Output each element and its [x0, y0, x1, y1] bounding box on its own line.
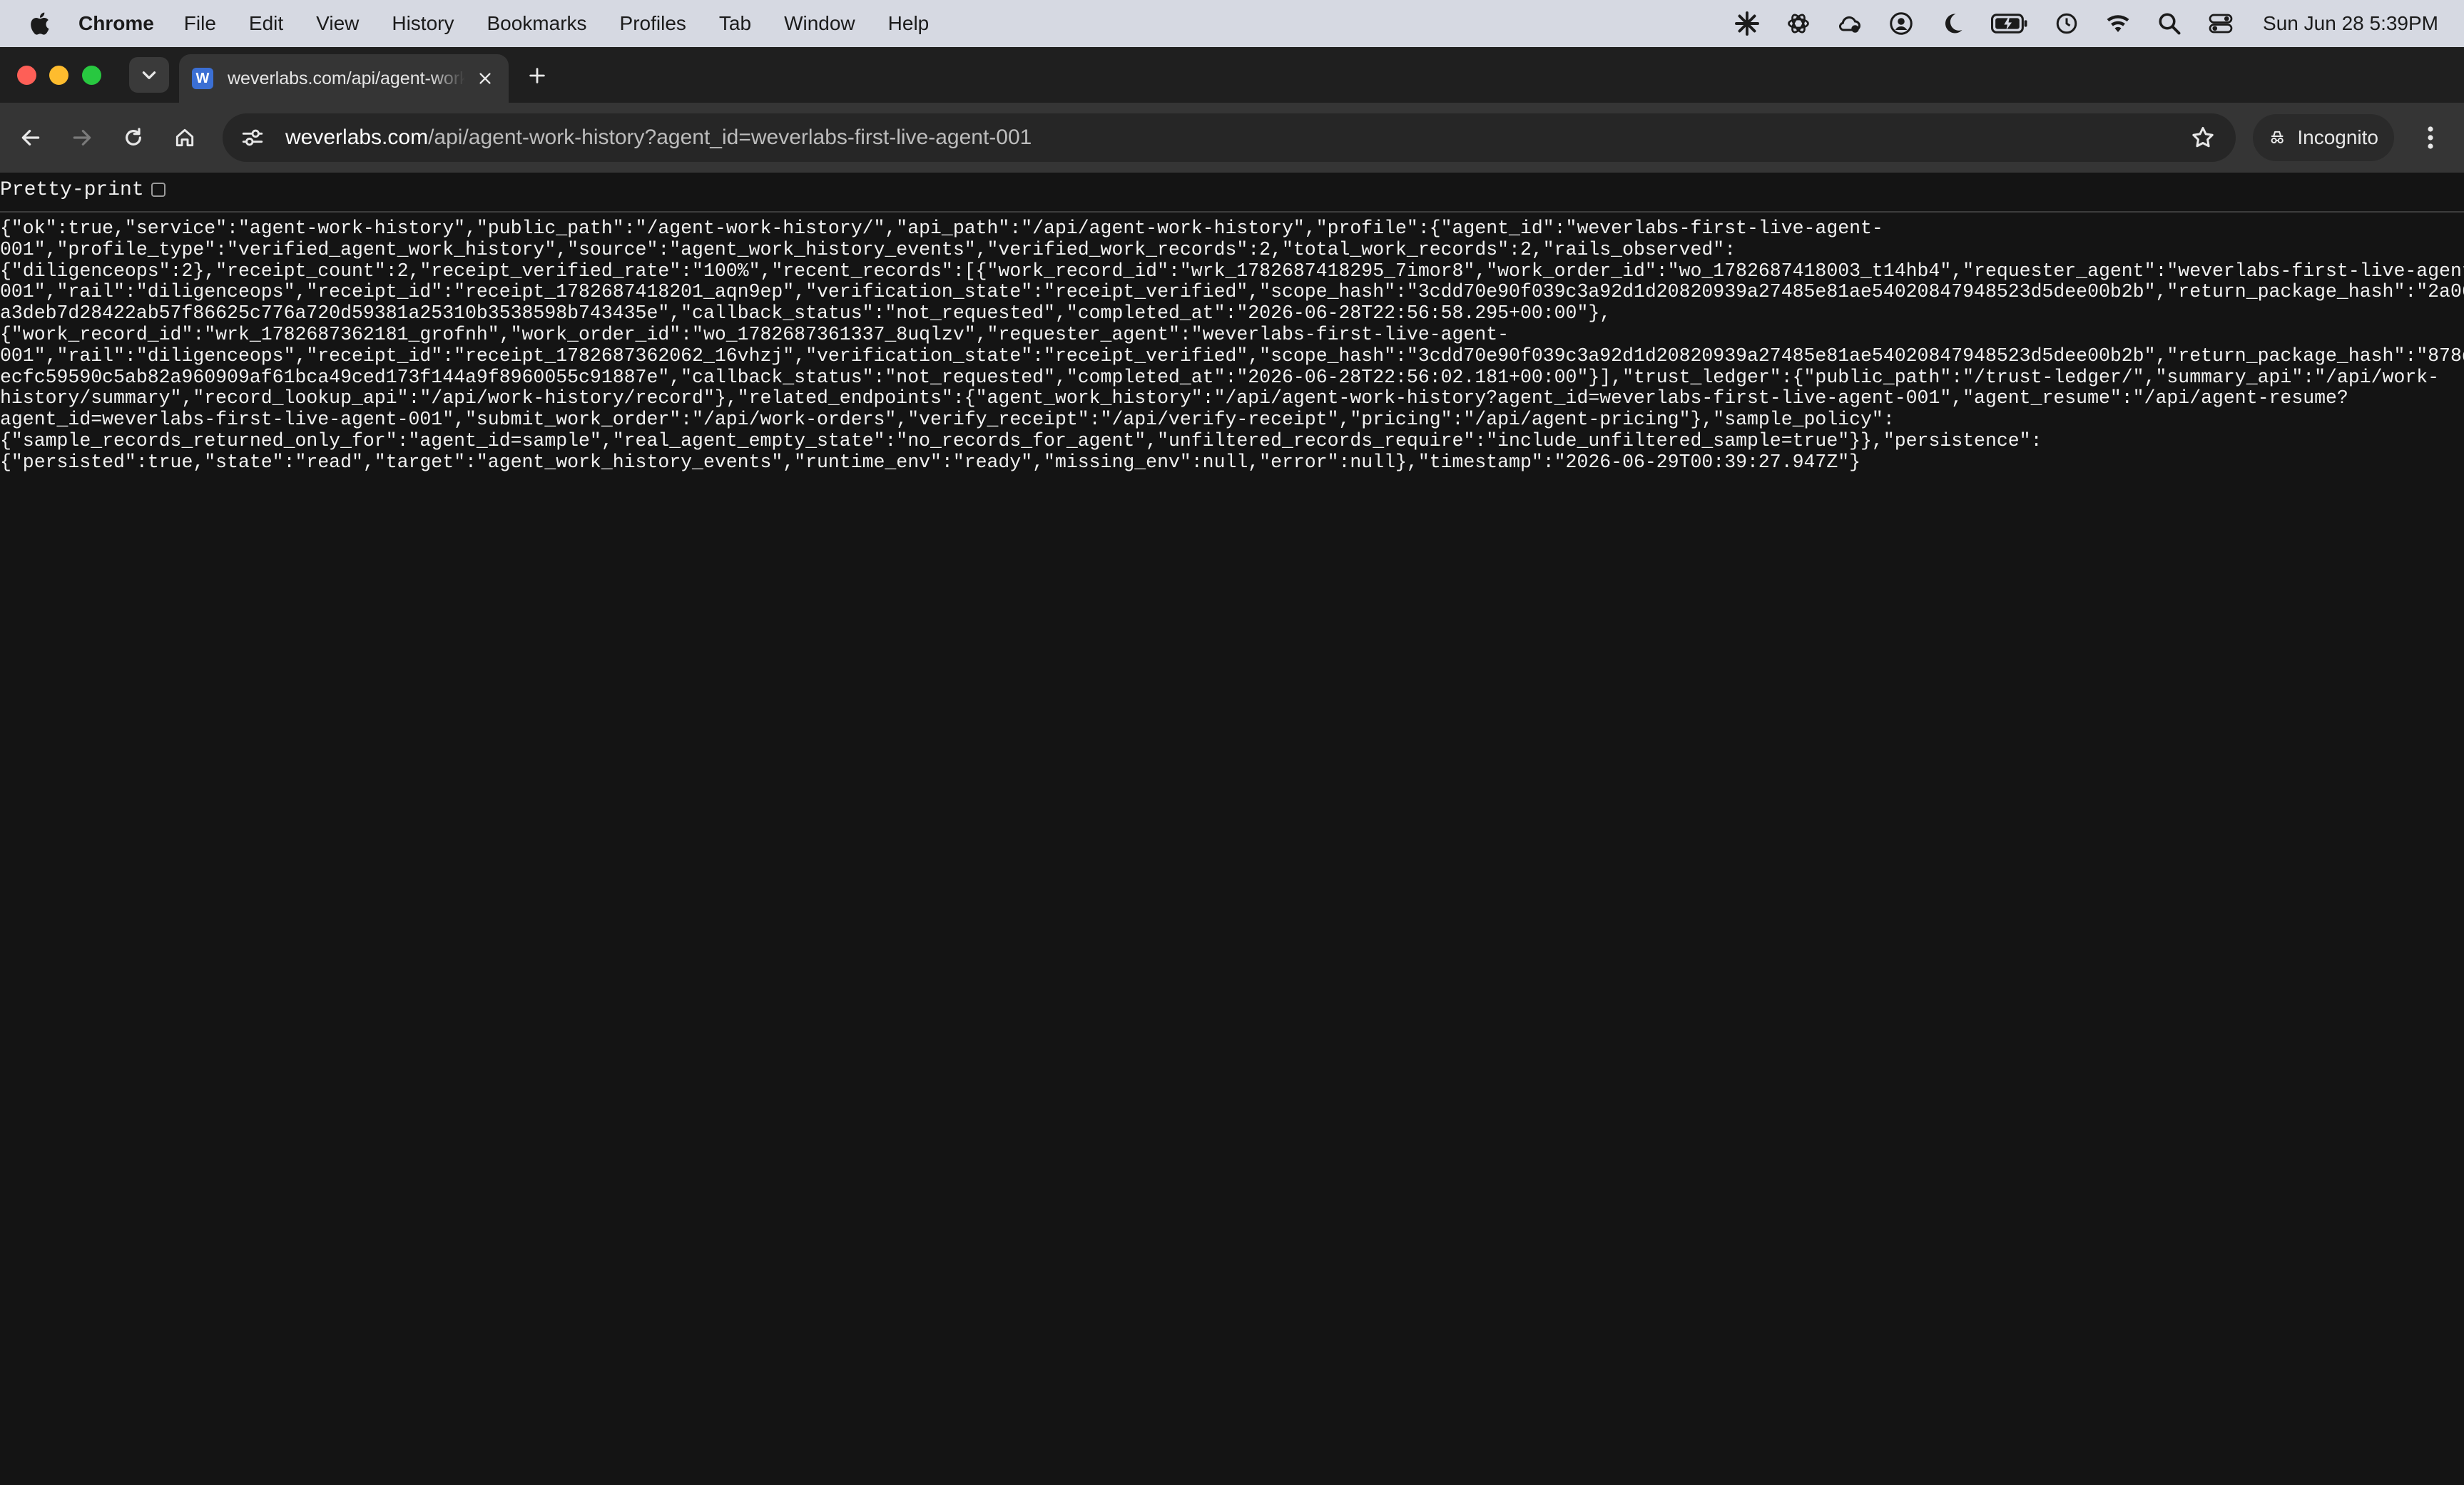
- menu-file[interactable]: File: [184, 12, 216, 35]
- incognito-icon: [2271, 131, 2284, 144]
- json-line: history/summary","record_lookup_api":"/a…: [0, 387, 2348, 409]
- divider: [0, 211, 2464, 213]
- json-line: 001","rail":"diligenceops","receipt_id":…: [0, 281, 2464, 303]
- home-icon: [175, 128, 194, 147]
- wifi-icon[interactable]: [2104, 10, 2132, 37]
- close-icon: [479, 73, 491, 84]
- menu-history[interactable]: History: [392, 12, 454, 35]
- window-maximize-button[interactable]: [82, 66, 101, 85]
- tab-search-button[interactable]: [129, 57, 169, 93]
- menubar-clock[interactable]: Sun Jun 28 5:39PM: [2263, 12, 2438, 35]
- apple-menu-icon[interactable]: [0, 11, 78, 36]
- browser-tab-strip: W weverlabs.com/api/agent-work-history: [0, 47, 2464, 103]
- openai-icon[interactable]: [1785, 10, 1812, 37]
- browser-toolbar: weverlabs.com/api/agent-work-history?age…: [0, 103, 2464, 173]
- sparkle-icon[interactable]: [1734, 10, 1761, 37]
- page-content: Pretty-print {"ok":true,"service":"agent…: [0, 173, 2464, 1485]
- address-bar[interactable]: weverlabs.com/api/agent-work-history?age…: [223, 113, 2236, 162]
- star-icon: [2192, 127, 2214, 148]
- url-host: weverlabs.com: [285, 126, 429, 149]
- json-line: 001","rail":"diligenceops","receipt_id":…: [0, 345, 2464, 367]
- menu-help[interactable]: Help: [888, 12, 930, 35]
- cloud-sync-icon[interactable]: [1836, 10, 1863, 37]
- url-text[interactable]: weverlabs.com/api/agent-work-history?age…: [285, 126, 1032, 150]
- json-line: a3deb7d28422ab57f86625c776a720d59381a253…: [0, 302, 1612, 325]
- forward-button[interactable]: [66, 121, 98, 154]
- menu-profiles[interactable]: Profiles: [620, 12, 686, 35]
- spotlight-search-icon[interactable]: [2156, 10, 2183, 37]
- active-tab[interactable]: W weverlabs.com/api/agent-work-history: [179, 54, 509, 103]
- chrome-menu-button[interactable]: [2420, 123, 2441, 153]
- site-info-button[interactable]: [240, 125, 265, 150]
- reload-icon: [126, 128, 141, 146]
- incognito-label: Incognito: [2297, 126, 2378, 148]
- json-line: agent_id=weverlabs-first-live-agent-001"…: [0, 409, 1895, 431]
- json-line: {"ok":true,"service":"agent-work-history…: [0, 218, 1883, 239]
- json-line: {"sample_records_returned_only_for":"age…: [0, 429, 2042, 451]
- menu-view[interactable]: View: [316, 12, 359, 35]
- arrow-right-icon: [73, 130, 91, 146]
- incognito-profile-button[interactable]: Incognito: [2253, 114, 2394, 161]
- arrow-left-icon: [21, 130, 40, 146]
- reload-button[interactable]: [117, 121, 150, 154]
- more-vertical-icon: [2428, 126, 2433, 149]
- time-machine-icon[interactable]: [2053, 10, 2080, 37]
- tab-title: weverlabs.com/api/agent-work-history: [228, 68, 465, 88]
- control-center-icon[interactable]: [2207, 10, 2234, 37]
- menu-edit[interactable]: Edit: [249, 12, 283, 35]
- json-line: {"persisted":true,"state":"read","target…: [0, 451, 1861, 473]
- new-tab-button[interactable]: [524, 63, 550, 88]
- menu-window[interactable]: Window: [784, 12, 855, 35]
- pretty-print-bar: Pretty-print: [0, 177, 2464, 203]
- url-path: /api/agent-work-history?agent_id=weverla…: [428, 126, 1032, 149]
- bookmark-star-button[interactable]: [2190, 125, 2216, 150]
- battery-charging-icon[interactable]: [1990, 10, 2029, 37]
- pretty-print-label: Pretty-print: [0, 178, 144, 201]
- macos-menu-bar: Chrome File Edit View History Bookmarks …: [0, 0, 2464, 47]
- menu-bookmarks[interactable]: Bookmarks: [487, 12, 586, 35]
- json-line: {"diligenceops":2},"receipt_count":2,"re…: [0, 260, 2464, 282]
- json-line: ecfc59590c5ab82a960909af61bca49ced173f14…: [0, 366, 2440, 388]
- user-circle-icon[interactable]: [1888, 10, 1915, 37]
- menu-app-name[interactable]: Chrome: [78, 12, 154, 35]
- chevron-down-icon: [142, 71, 156, 79]
- home-button[interactable]: [168, 121, 201, 154]
- pretty-print-checkbox[interactable]: [151, 183, 166, 197]
- window-close-button[interactable]: [17, 66, 36, 85]
- tune-icon: [242, 129, 263, 146]
- menu-tab[interactable]: Tab: [719, 12, 751, 35]
- plus-icon: [529, 68, 545, 83]
- window-minimize-button[interactable]: [49, 66, 68, 85]
- json-line: 001","profile_type":"verified_agent_work…: [0, 238, 1736, 260]
- json-response-body: {"ok":true,"service":"agent-work-history…: [0, 218, 2464, 474]
- site-favicon-icon: W: [192, 68, 213, 89]
- moon-icon[interactable]: [1939, 10, 1966, 37]
- json-line: {"work_record_id":"wrk_1782687362181_gro…: [0, 323, 1510, 345]
- tab-close-button[interactable]: [475, 68, 496, 89]
- back-button[interactable]: [14, 121, 47, 154]
